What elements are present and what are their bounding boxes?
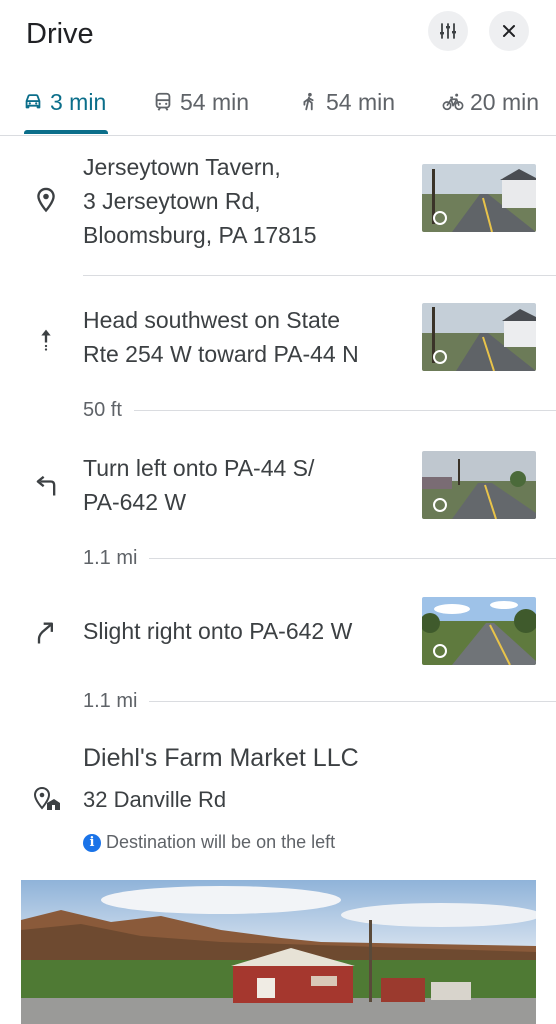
step-distance-line bbox=[149, 557, 556, 559]
close-button[interactable] bbox=[489, 11, 529, 51]
close-icon bbox=[503, 25, 515, 37]
step-item[interactable]: Head southwest on State Rte 254 W toward… bbox=[0, 303, 556, 393]
destination-photo-image bbox=[21, 880, 536, 1024]
straight-arrow-icon bbox=[41, 329, 51, 351]
turn-left-icon bbox=[36, 475, 56, 496]
street-view-image bbox=[422, 451, 536, 519]
info-icon: i bbox=[83, 833, 101, 852]
street-view-image bbox=[422, 597, 536, 665]
slight-right-icon bbox=[37, 622, 53, 644]
step-distance: 1.1 mi bbox=[83, 689, 138, 712]
page-title: Drive bbox=[26, 18, 94, 50]
origin-line-3: Bloomsburg, PA 17815 bbox=[83, 222, 317, 248]
car-icon bbox=[25, 94, 41, 109]
tab-transit[interactable]: 54 min bbox=[152, 84, 249, 120]
step-instruction-line-2: Rte 254 W toward PA-44 N bbox=[83, 341, 359, 367]
transit-icon bbox=[155, 92, 171, 111]
street-view-image bbox=[422, 164, 536, 232]
step-distance: 1.1 mi bbox=[83, 546, 138, 569]
walk-icon bbox=[303, 92, 314, 111]
step-instruction-line-1: Slight right onto PA-642 W bbox=[83, 618, 353, 644]
directions-header: Drive bbox=[0, 0, 556, 80]
travel-mode-tabs: 3 min 54 min 54 min 20 min bbox=[0, 78, 556, 136]
route-options-button[interactable] bbox=[428, 11, 468, 51]
step-instruction-line-1: Head southwest on State bbox=[83, 307, 340, 333]
origin-step[interactable]: Jerseytown Tavern, 3 Jerseytown Rd, Bloo… bbox=[0, 150, 556, 270]
bike-icon bbox=[442, 93, 464, 111]
street-view-thumbnail[interactable] bbox=[422, 303, 536, 371]
street-view-thumbnail[interactable] bbox=[422, 597, 536, 665]
tab-bike-label: 20 min bbox=[470, 88, 540, 115]
step-distance-row: 1.1 mi bbox=[83, 546, 556, 570]
place-pin-icon bbox=[37, 187, 55, 213]
tab-walk[interactable]: 54 min bbox=[298, 84, 395, 120]
tab-drive-label: 3 min bbox=[50, 88, 107, 115]
tab-drive[interactable]: 3 min bbox=[22, 84, 106, 120]
tune-icon bbox=[440, 23, 456, 39]
destination-name: Diehl's Farm Market LLC bbox=[83, 744, 359, 772]
step-distance: 50 ft bbox=[83, 398, 122, 421]
tab-bike[interactable]: 20 min bbox=[442, 84, 539, 120]
origin-divider bbox=[83, 275, 556, 276]
destination-flag-icon bbox=[33, 786, 60, 810]
step-distance-row: 1.1 mi bbox=[83, 689, 556, 713]
destination-note-text: Destination will be on the left bbox=[106, 832, 336, 852]
tab-transit-label: 54 min bbox=[180, 88, 250, 115]
street-view-image bbox=[422, 303, 536, 371]
tab-walk-label: 54 min bbox=[326, 88, 396, 115]
step-instruction-line-2: PA-642 W bbox=[83, 489, 187, 515]
step-distance-line bbox=[149, 700, 556, 702]
step-item[interactable]: Slight right onto PA-642 W bbox=[0, 597, 556, 667]
destination-photo[interactable] bbox=[21, 880, 536, 1024]
active-tab-indicator bbox=[24, 130, 108, 134]
origin-line-1: Jerseytown Tavern, bbox=[83, 154, 281, 180]
step-item[interactable]: Turn left onto PA-44 S/ PA-642 W bbox=[0, 451, 556, 541]
street-view-thumbnail[interactable] bbox=[422, 164, 536, 232]
origin-line-2: 3 Jerseytown Rd, bbox=[83, 188, 261, 214]
step-distance-line bbox=[133, 409, 556, 411]
step-distance-row: 50 ft bbox=[83, 398, 556, 422]
step-instruction-line-1: Turn left onto PA-44 S/ bbox=[83, 455, 315, 481]
street-view-thumbnail[interactable] bbox=[422, 451, 536, 519]
destination-address: 32 Danville Rd bbox=[83, 787, 227, 812]
destination-note: i Destination will be on the left bbox=[83, 832, 335, 853]
